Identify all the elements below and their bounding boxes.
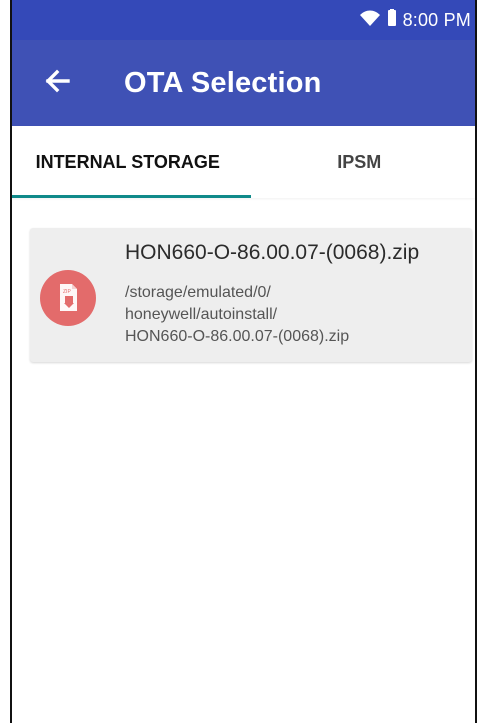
app-bar: OTA Selection [12, 40, 475, 126]
storage-tabs: INTERNAL STORAGE IPSM [12, 126, 475, 198]
battery-icon [387, 8, 397, 32]
file-path-line: honeywell/autoinstall/ [125, 306, 278, 323]
zip-file-icon: ZIP [40, 270, 96, 326]
selected-tab-indicator [12, 195, 251, 198]
status-bar: 8:00 PM [12, 0, 475, 40]
tab-internal-storage-label: INTERNAL STORAGE [35, 151, 220, 172]
page-title: OTA Selection [124, 66, 322, 99]
back-button[interactable] [36, 62, 78, 104]
status-icons: 8:00 PM [359, 8, 471, 32]
file-path-line: /storage/emulated/0/ [125, 284, 271, 301]
file-path-line: HON660-O-86.00.07-(0068).zip [125, 328, 350, 345]
status-time: 8:00 PM [402, 9, 471, 30]
svg-text:ZIP: ZIP [63, 289, 71, 295]
phone-frame: 8:00 PM OTA Selection INTERNAL STORAGE I… [10, 0, 477, 723]
tab-ipsm[interactable]: IPSM [244, 126, 476, 198]
tab-ipsm-label: IPSM [337, 151, 382, 172]
file-name: HON660-O-86.00.07-(0068).zip [125, 241, 420, 264]
tab-internal-storage[interactable]: INTERNAL STORAGE [12, 126, 251, 198]
file-path: /storage/emulated/0/ honeywell/autoinsta… [125, 282, 455, 348]
wifi-icon [359, 9, 381, 32]
file-list: ZIP HON660-O-86.00.07-(0068).zip /storag… [12, 198, 475, 362]
ota-file-item[interactable]: ZIP HON660-O-86.00.07-(0068).zip /storag… [30, 228, 472, 362]
back-arrow-icon [42, 66, 72, 101]
